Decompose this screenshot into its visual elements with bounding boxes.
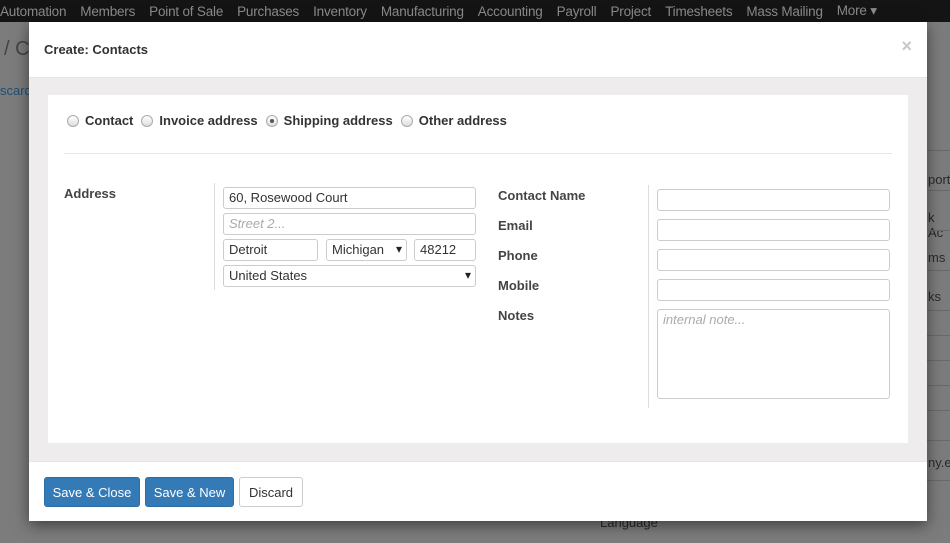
nav-point-of-sale[interactable]: Point of Sale xyxy=(149,4,223,19)
radio-shipping-address[interactable] xyxy=(265,114,278,127)
bg-discard: scard xyxy=(0,83,32,98)
nav-timesheets[interactable]: Timesheets xyxy=(665,4,732,19)
modal-header: Create: Contacts × xyxy=(29,22,927,78)
modal-title: Create: Contacts xyxy=(44,42,149,57)
phone-input[interactable] xyxy=(657,249,890,271)
radio-invoice-address[interactable] xyxy=(141,114,154,127)
save-new-button[interactable]: Save & New xyxy=(145,477,234,507)
bg-text: ks xyxy=(928,289,941,304)
bg-text: ny.e xyxy=(928,455,950,470)
radio-label[interactable]: Other address xyxy=(419,113,507,128)
radio-label[interactable]: Invoice address xyxy=(159,113,257,128)
nav-manufacturing[interactable]: Manufacturing xyxy=(381,4,464,19)
top-navigation: Automation Members Point of Sale Purchas… xyxy=(0,0,950,22)
nav-accounting[interactable]: Accounting xyxy=(478,4,543,19)
phone-label: Phone xyxy=(498,248,538,263)
address-label: Address xyxy=(64,186,117,201)
email-label: Email xyxy=(498,218,533,233)
divider xyxy=(64,153,892,154)
contact-name-label: Contact Name xyxy=(498,188,586,203)
street2-input[interactable]: Street 2... xyxy=(223,213,476,235)
bg-text: portu xyxy=(928,172,950,187)
nav-automation[interactable]: Automation xyxy=(0,4,66,19)
form-sheet: Contact Invoice address Shipping address… xyxy=(48,95,908,443)
notes-textarea[interactable]: internal note... xyxy=(657,309,890,399)
create-contact-dialog: Create: Contacts × Contact Invoice addre… xyxy=(29,22,927,521)
bg-text: ms xyxy=(928,250,946,265)
nav-mass-mailing[interactable]: Mass Mailing xyxy=(746,4,823,19)
country-select[interactable]: United States xyxy=(223,265,476,287)
email-input[interactable] xyxy=(657,219,890,241)
radio-contact[interactable] xyxy=(67,114,79,127)
radio-label[interactable]: Contact xyxy=(85,113,133,128)
nav-members[interactable]: Members xyxy=(80,4,135,19)
address-type-radio-group: Contact Invoice address Shipping address… xyxy=(65,113,513,128)
radio-label[interactable]: Shipping address xyxy=(284,113,393,128)
contact-name-input[interactable] xyxy=(657,189,890,211)
nav-more[interactable]: More ▾ xyxy=(837,3,877,19)
notes-label: Notes xyxy=(498,308,535,323)
modal-footer: Save & Close Save & New Discard xyxy=(29,461,927,521)
nav-payroll[interactable]: Payroll xyxy=(557,4,597,19)
mobile-label: Mobile xyxy=(498,278,540,293)
street-input[interactable]: 60, Rosewood Court xyxy=(223,187,476,209)
nav-inventory[interactable]: Inventory xyxy=(313,4,367,19)
nav-project[interactable]: Project xyxy=(610,4,651,19)
bg-breadcrumb: / C xyxy=(4,38,30,60)
state-select[interactable]: Michigan xyxy=(326,239,407,261)
save-close-button[interactable]: Save & Close xyxy=(44,477,140,507)
close-icon[interactable]: × xyxy=(901,36,912,57)
mobile-input[interactable] xyxy=(657,279,890,301)
bg-text: k Ac xyxy=(928,210,944,240)
city-input[interactable]: Detroit xyxy=(223,239,318,261)
discard-button[interactable]: Discard xyxy=(239,477,303,507)
zip-input[interactable]: 48212 xyxy=(414,239,476,261)
modal-body: Contact Invoice address Shipping address… xyxy=(29,78,927,461)
radio-other-address[interactable] xyxy=(400,114,413,127)
nav-purchases[interactable]: Purchases xyxy=(237,4,299,19)
